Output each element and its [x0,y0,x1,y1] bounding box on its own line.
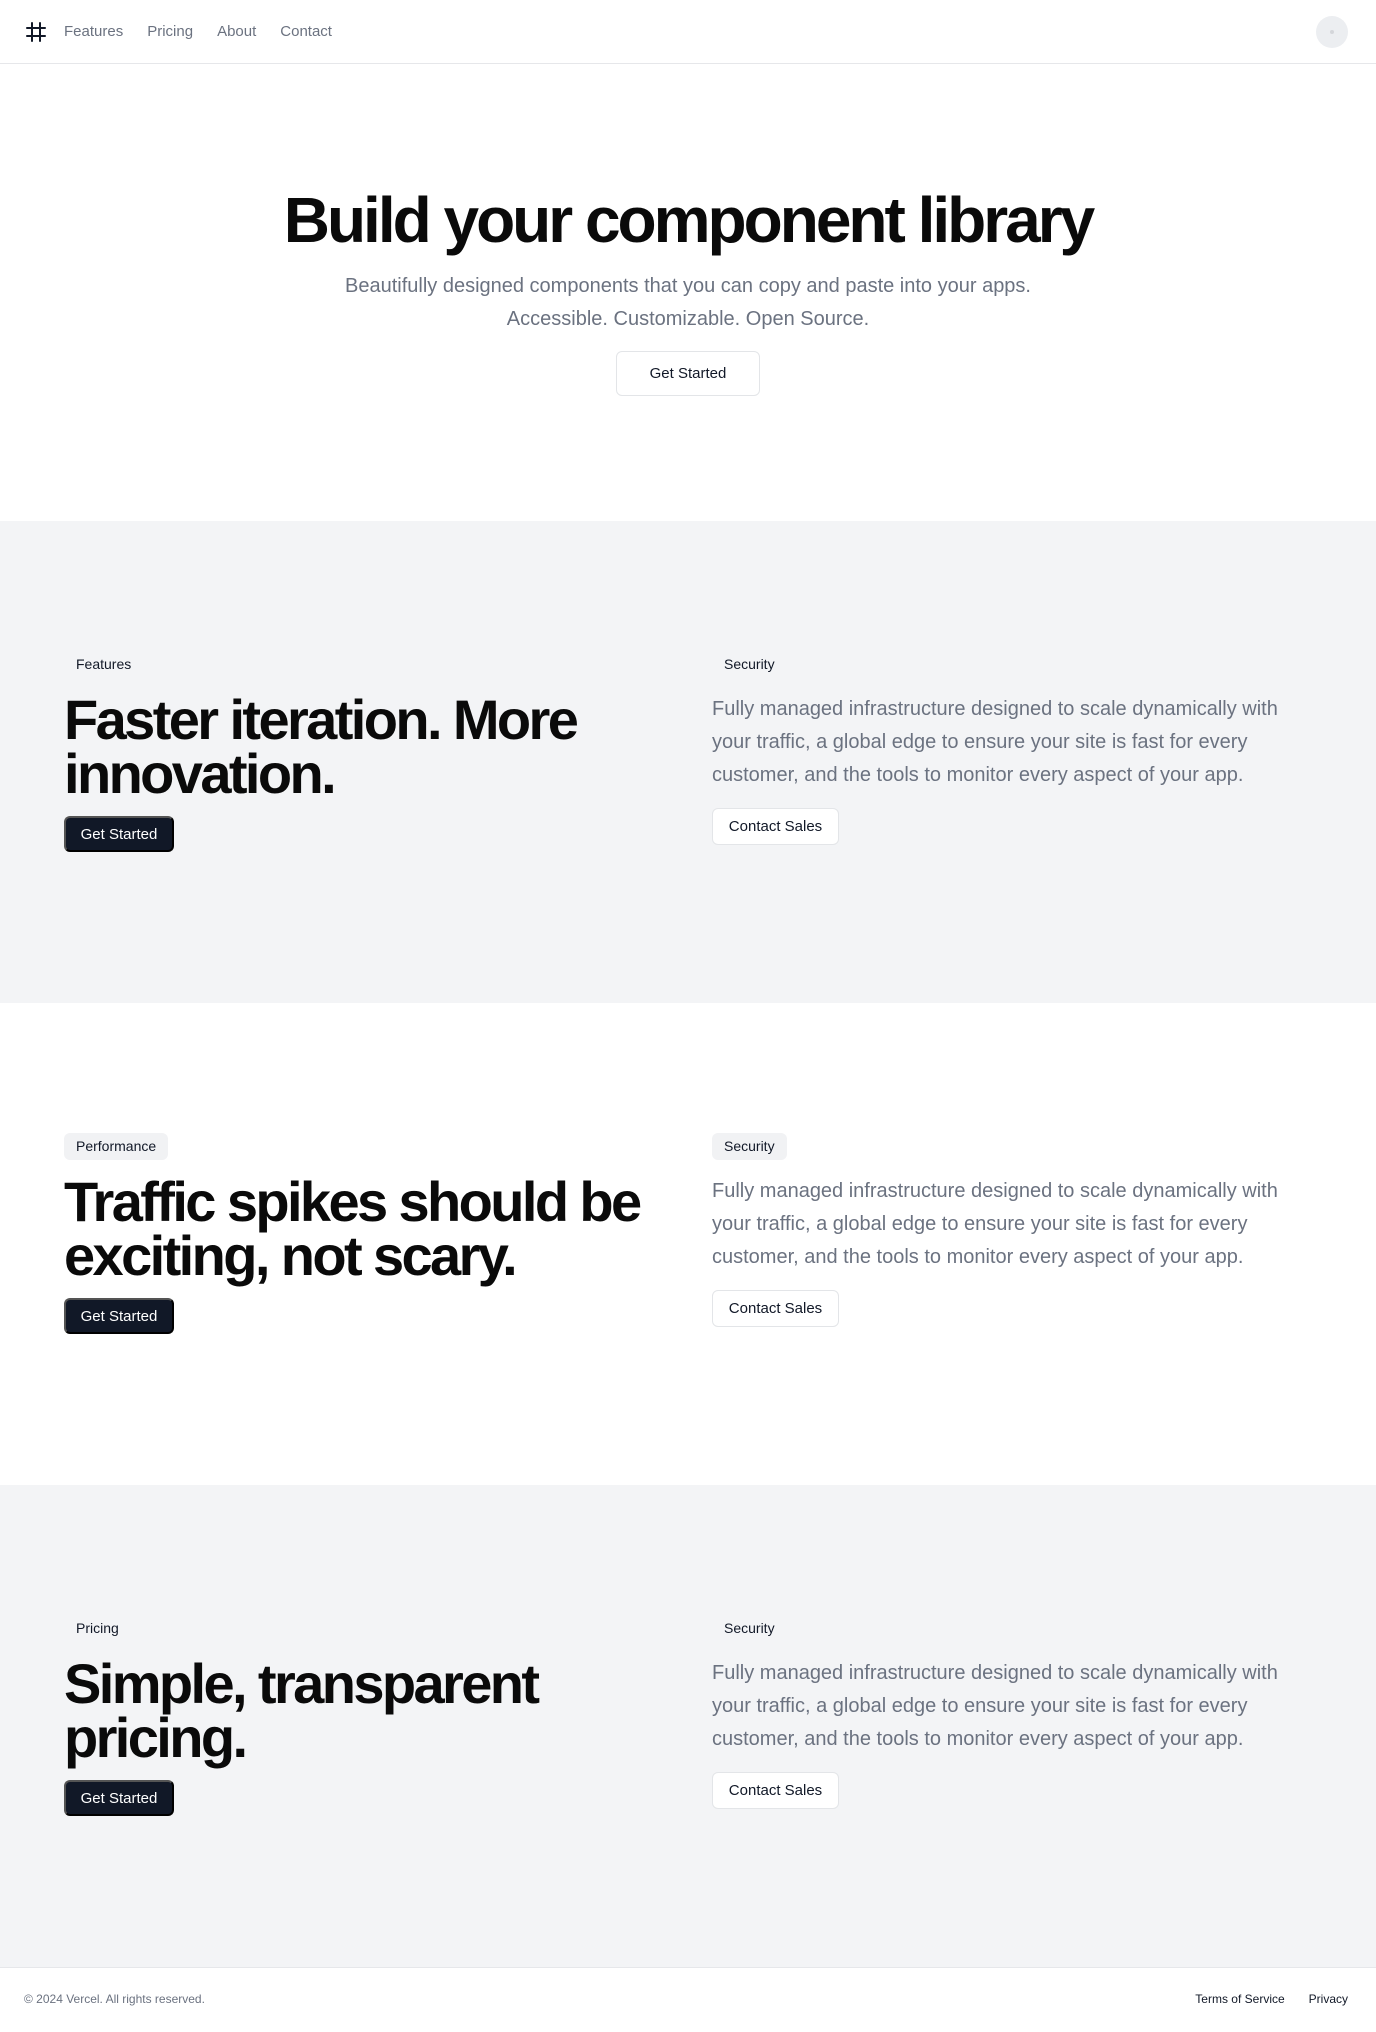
section-title: Simple, transparent pricing. [64,1652,540,1769]
site-footer: © 2024 Vercel. All rights reserved. Term… [0,1967,1376,2029]
section-title: Faster iteration. More innovation. [64,688,579,805]
pricing-section: Pricing Simple, transparent pricing. Get… [0,1485,1376,1967]
section-description: Fully managed infrastructure designed to… [712,1662,1278,1750]
section-description: Fully managed infrastructure designed to… [712,1180,1278,1268]
hash-logo-icon[interactable] [24,20,48,44]
nav-about[interactable]: About [217,23,256,40]
contact-sales-button[interactable]: Contact Sales [712,808,839,845]
contact-sales-button[interactable]: Contact Sales [712,1772,839,1809]
section-tag: Performance [64,1133,169,1160]
nav-contact[interactable]: Contact [280,23,332,40]
section-tag: Pricing [76,1620,119,1636]
section-tag: Features [76,656,132,672]
section-title: Traffic spikes should be exciting, not s… [64,1170,642,1287]
get-started-button[interactable]: Get Started [64,816,174,852]
privacy-link[interactable]: Privacy [1309,1992,1348,2006]
nav-pricing[interactable]: Pricing [147,23,193,40]
nav-features[interactable]: Features [64,23,123,40]
user-avatar[interactable] [1316,15,1348,48]
hero-subtitle: Beautifully designed components that you… [344,275,1031,330]
copyright-text: © 2024 Vercel. All rights reserved. [24,1991,205,2006]
section-tag-right: Security [724,1620,775,1636]
terms-link[interactable]: Terms of Service [1195,1992,1284,2006]
hero-title: Build your component library [283,184,1096,256]
site-header: Features Pricing About Contact [0,0,1376,64]
get-started-button[interactable]: Get Started [64,1298,174,1334]
hero-get-started-button[interactable]: Get Started [616,351,760,396]
section-tag-right: Security [724,656,775,672]
get-started-button[interactable]: Get Started [64,1780,174,1816]
section-description: Fully managed infrastructure designed to… [712,698,1278,786]
section-tag-right: Security [712,1133,787,1160]
features-section: Features Faster iteration. More innovati… [0,521,1376,1003]
performance-section: Performance Traffic spikes should be exc… [0,1003,1376,1485]
contact-sales-button[interactable]: Contact Sales [712,1290,839,1327]
hero-section: Build your component library Beautifully… [0,64,1376,521]
main-nav: Features Pricing About Contact [64,23,332,40]
